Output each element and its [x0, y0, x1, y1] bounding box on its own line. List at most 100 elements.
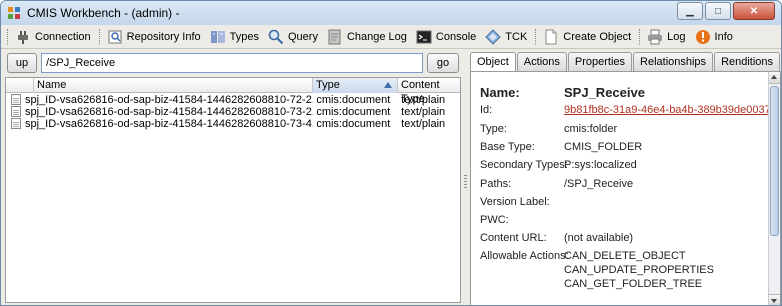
details-tabs: Object Actions Properties Relationships …	[470, 52, 781, 71]
name-label: Name:	[480, 85, 520, 100]
table-row[interactable]: spj_ID-vsa626816-od-sap-biz-41584-144628…	[6, 118, 460, 130]
main-toolbar: Connection Repository Info Types Query C…	[1, 25, 781, 49]
id-label: Id:	[480, 104, 493, 116]
info-button[interactable]: Info	[692, 27, 736, 47]
workbench-window: CMIS Workbench - (admin) - ▁ □ ✕ Connect…	[0, 0, 782, 306]
icon-column-header[interactable]	[6, 78, 34, 93]
plug-icon	[18, 30, 28, 44]
log-label: Log	[667, 30, 686, 43]
base-type-value: CMIS_FOLDER	[564, 141, 643, 153]
console-icon	[416, 30, 432, 43]
tck-label: TCK	[505, 30, 528, 43]
secondary-types-label: Secondary Types:	[480, 159, 568, 171]
window-title: CMIS Workbench - (admin) -	[27, 6, 180, 20]
title-bar[interactable]: CMIS Workbench - (admin) - ▁ □ ✕	[1, 1, 781, 25]
name-value: SPJ_Receive	[564, 85, 645, 100]
arrow-down-icon	[771, 299, 777, 303]
up-button[interactable]: up	[7, 53, 37, 73]
row-content-type: text/plain	[401, 106, 446, 118]
minimize-icon: ▁	[686, 5, 694, 17]
row-content-type: text/plain	[401, 118, 446, 130]
create-object-icon	[545, 29, 557, 44]
object-details-panel: Name: SPJ_Receive Id: 9b81fb8c-31a9-46e4…	[470, 71, 781, 305]
row-type: cmis:document	[316, 118, 391, 130]
tck-icon	[485, 28, 501, 45]
window-controls: ▁ □ ✕	[677, 2, 775, 20]
folder-contents-table: Name Type Content Type spj_ID-vsa626816-…	[5, 77, 461, 303]
types-icon	[210, 30, 225, 43]
type-value: cmis:folder	[564, 123, 618, 135]
allowable-actions-label: Allowable Actions:	[480, 250, 569, 262]
column-header-content-type[interactable]: Content Type	[398, 78, 460, 105]
change-log-label: Change Log	[346, 30, 407, 43]
info-label: Info	[714, 30, 733, 43]
type-label: Type:	[480, 123, 507, 135]
document-icon	[11, 106, 21, 117]
change-log-button[interactable]: Change Log	[324, 27, 410, 47]
repository-info-button[interactable]: Repository Info	[104, 27, 204, 47]
panel-splitter[interactable]	[463, 51, 469, 305]
console-button[interactable]: Console	[413, 27, 479, 47]
info-icon	[695, 29, 710, 44]
tab-properties[interactable]: Properties	[567, 52, 633, 71]
go-button[interactable]: go	[427, 53, 459, 73]
row-type: cmis:document	[316, 94, 391, 106]
secondary-types-value: P:sys:localized	[564, 159, 637, 171]
types-label: Types	[229, 30, 259, 43]
splitter-grip-icon	[464, 175, 467, 189]
tab-relationships[interactable]: Relationships	[633, 52, 714, 71]
table-row[interactable]: spj_ID-vsa626816-od-sap-biz-41584-144628…	[6, 94, 460, 106]
log-icon	[648, 29, 663, 44]
column-header-name[interactable]: Name	[34, 78, 313, 93]
toolbar-separator	[639, 28, 642, 45]
allowable-action-item: CAN_GET_FOLDER_TREE	[564, 278, 703, 290]
tab-renditions[interactable]: Renditions	[714, 52, 781, 71]
version-label-label: Version Label:	[480, 196, 550, 208]
pwc-label: PWC:	[480, 214, 509, 226]
maximize-icon: □	[714, 5, 722, 17]
tab-object[interactable]: Object	[470, 52, 516, 71]
repository-info-label: Repository Info	[126, 30, 201, 43]
create-object-button[interactable]: Create Object	[540, 27, 634, 47]
close-icon: ✕	[749, 5, 759, 17]
paths-value: /SPJ_Receive	[564, 178, 634, 190]
table-row[interactable]: spj_ID-vsa626816-od-sap-biz-41584-144628…	[6, 106, 460, 118]
base-type-label: Base Type:	[480, 141, 535, 153]
scroll-down-button[interactable]	[769, 294, 780, 305]
query-button[interactable]: Query	[265, 27, 321, 47]
query-label: Query	[288, 30, 318, 43]
path-input[interactable]	[41, 53, 423, 73]
paths-label: Paths:	[480, 178, 512, 190]
connection-button[interactable]: Connection	[12, 27, 94, 47]
scroll-up-button[interactable]	[769, 72, 780, 84]
create-object-label: Create Object	[563, 30, 632, 43]
repository-info-icon	[108, 30, 122, 43]
row-type: cmis:document	[316, 106, 391, 118]
row-name: spj_ID-vsa626816-od-sap-biz-41584-144628…	[25, 106, 314, 118]
details-scrollbar[interactable]	[768, 72, 780, 305]
document-icon	[11, 94, 21, 105]
types-button[interactable]: Types	[207, 27, 262, 47]
minimize-button[interactable]: ▁	[677, 2, 703, 20]
scrollbar-thumb[interactable]	[770, 86, 779, 236]
arrow-up-icon	[771, 75, 777, 79]
connection-label: Connection	[35, 30, 91, 43]
allowable-action-item: CAN_UPDATE_PROPERTIES	[564, 264, 714, 276]
sort-ascending-icon	[384, 82, 392, 88]
column-header-type-label: Type	[316, 79, 340, 91]
content-url-value: (not available)	[564, 232, 634, 244]
content-url-label: Content URL:	[480, 232, 547, 244]
close-button[interactable]: ✕	[733, 2, 775, 20]
column-header-type[interactable]: Type	[313, 78, 398, 93]
row-name: spj_ID-vsa626816-od-sap-biz-41584-144628…	[25, 94, 314, 106]
change-log-icon	[328, 29, 341, 44]
allowable-action-item: CAN_DELETE_OBJECT	[564, 250, 686, 262]
toolbar-grip[interactable]	[7, 28, 10, 45]
id-link[interactable]: 9b81fb8c-31a9-46e4-ba4b-389b39de0037	[564, 104, 771, 116]
maximize-button[interactable]: □	[705, 2, 731, 20]
toolbar-separator	[98, 28, 102, 45]
console-label: Console	[435, 30, 477, 43]
tck-button[interactable]: TCK	[482, 27, 530, 47]
log-button[interactable]: Log	[644, 27, 688, 47]
tab-actions[interactable]: Actions	[516, 52, 567, 71]
